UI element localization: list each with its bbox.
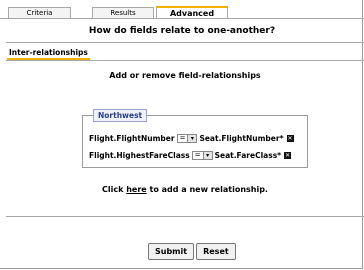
add-relationship-link[interactable]: here — [126, 185, 147, 194]
add-relationship-line: Click here to add a new relationship. — [6, 185, 364, 194]
submit-button[interactable]: Submit — [148, 243, 195, 260]
operator-select[interactable]: = ▾ — [191, 150, 213, 160]
operator-value: = — [179, 134, 186, 142]
relationship-row: Flight.HighestFareClass = ▾ Seat.FareCla… — [89, 149, 292, 161]
form-buttons: Submit Reset — [148, 243, 236, 260]
right-field: Seat.FlightNumber* — [199, 133, 284, 143]
left-field: Flight.HighestFareClass — [89, 150, 190, 160]
remove-icon[interactable]: ✕ — [286, 134, 294, 142]
page-title: How do fields relate to one-another? — [88, 26, 276, 36]
relationship-group: Northwest Flight.FlightNumber = ▾ Seat.F… — [82, 109, 308, 168]
reset-button[interactable]: Reset — [196, 243, 236, 260]
chevron-down-icon: ▾ — [187, 134, 197, 142]
tab-divider — [0, 18, 364, 19]
add-prefix: Click — [102, 185, 124, 194]
tab-results[interactable]: Results — [92, 7, 154, 18]
section-divider — [6, 60, 364, 61]
operator-select[interactable]: = ▾ — [176, 133, 198, 143]
chevron-down-icon: ▾ — [202, 151, 212, 159]
section-subheading: Add or remove field-relationships — [109, 71, 261, 80]
right-field: Seat.FareClass* — [214, 150, 282, 160]
tab-criteria[interactable]: Criteria — [8, 7, 71, 18]
left-field: Flight.FlightNumber — [89, 133, 175, 143]
operator-value: = — [194, 151, 201, 159]
inter-relationships-section: Inter-relationships Add or remove field-… — [6, 42, 364, 217]
relationship-row: Flight.FlightNumber = ▾ Seat.FlightNumbe… — [89, 132, 294, 144]
group-legend: Northwest — [93, 109, 148, 122]
section-tab-inter-relationships[interactable]: Inter-relationships — [7, 48, 90, 60]
remove-icon[interactable]: ✕ — [284, 151, 292, 159]
add-suffix: to add a new relationship. — [149, 185, 268, 194]
